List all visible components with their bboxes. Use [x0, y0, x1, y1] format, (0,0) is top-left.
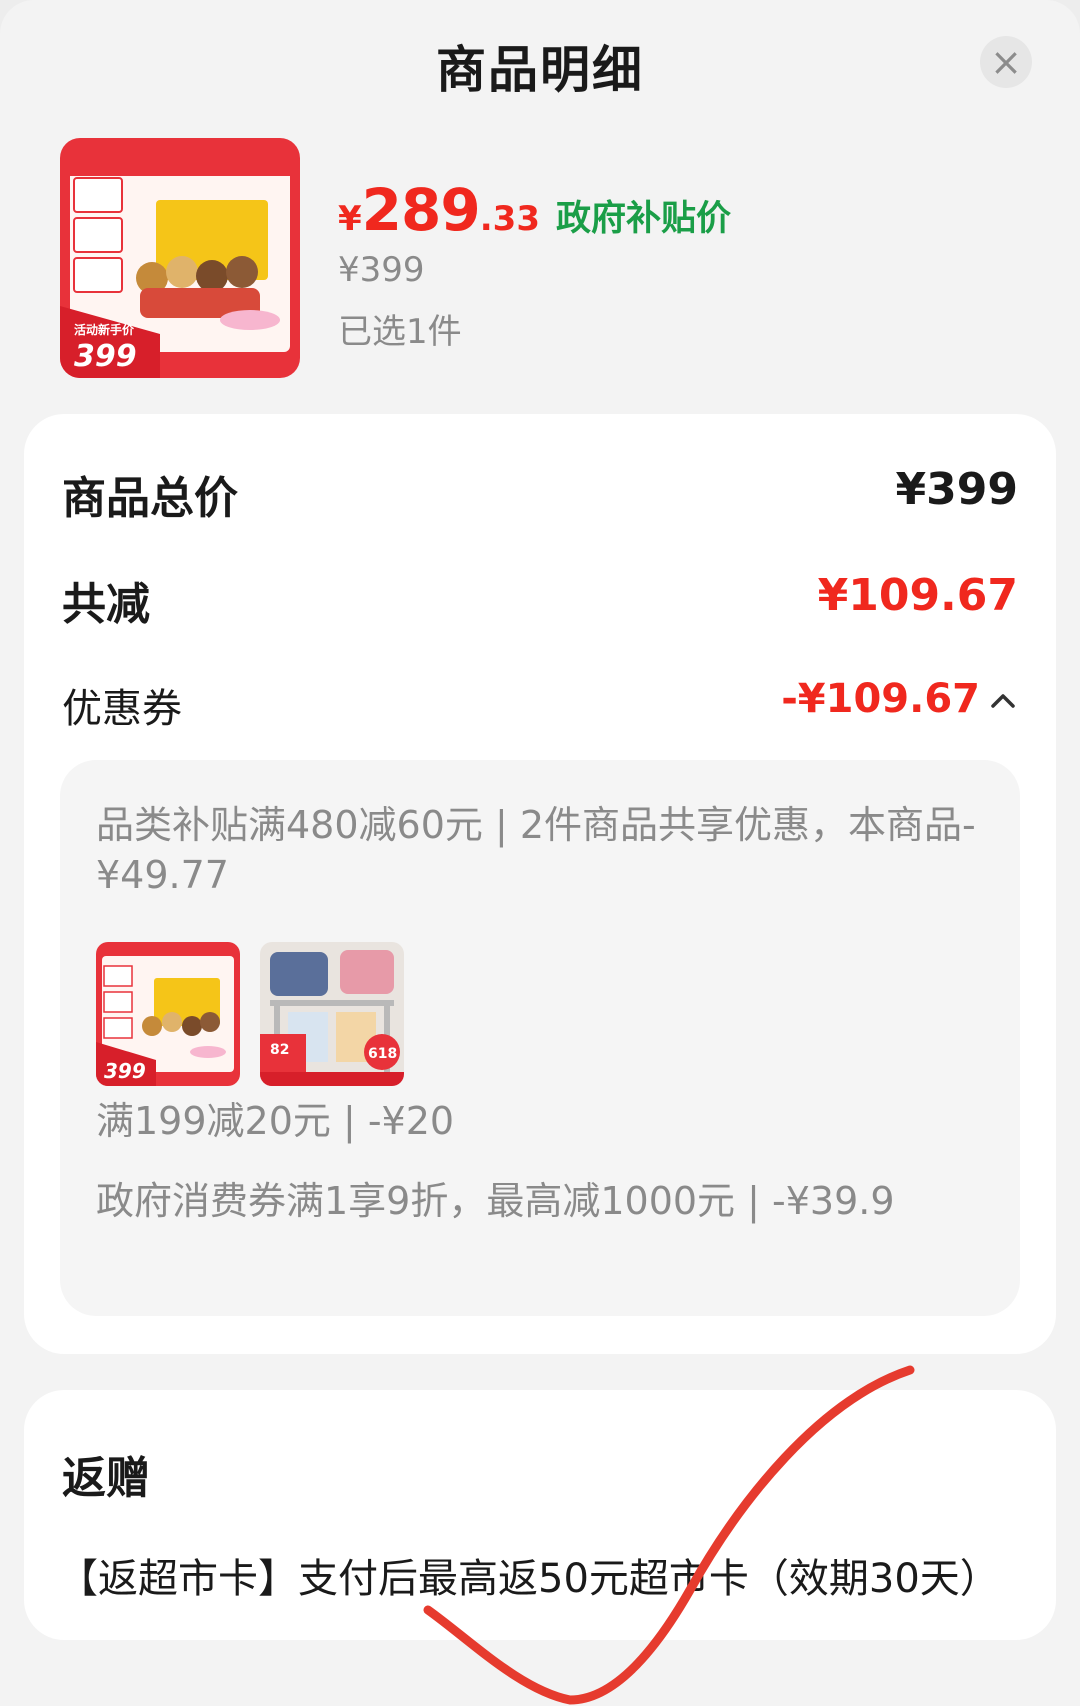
coupon-detail-box: 品类补贴满480减60元 | 2件商品共享优惠，本商品-¥49.77 399 8…	[60, 760, 1020, 1316]
chevron-up-icon[interactable]	[990, 688, 1016, 714]
coupon-value[interactable]: -¥109.67	[781, 676, 980, 722]
thumb-618-badge: 618	[368, 1046, 397, 1062]
price-row: ¥ 289 .33 政府补贴价	[338, 176, 731, 244]
total-price-value: ¥399	[895, 464, 1018, 515]
sheet-title: 商品明细	[436, 41, 644, 99]
coupon-detail-government-voucher: 政府消费券满1享9折，最高减1000元 | -¥39.9	[96, 1179, 895, 1223]
discount-value: ¥109.67	[817, 570, 1018, 621]
total-price-label: 商品总价	[62, 473, 238, 524]
gift-title: 返赠	[62, 1453, 150, 1504]
price-decimal: .33	[479, 199, 540, 239]
thumb-badge-price: 399	[104, 1059, 146, 1083]
price-main: 289	[361, 176, 481, 244]
image-badge-label: 活动新手价	[74, 322, 135, 337]
product-detail-sheet: 商品明细 × 活动新手价 399 ¥ 289 .33 政府补贴价 ¥399 已选…	[0, 0, 1080, 1706]
price-summary-card: 商品总价 ¥399 共减 ¥109.67 优惠券 -¥109.67 品类补贴满4…	[24, 414, 1056, 1354]
original-price: ¥399	[338, 250, 425, 290]
selected-count: 已选1件	[338, 312, 462, 352]
gift-description: 【返超市卡】支付后最高返50元超市卡（效期30天）	[58, 1556, 1000, 1602]
coupon-label[interactable]: 优惠券	[62, 676, 182, 734]
product-image: 活动新手价 399	[60, 138, 300, 378]
subsidy-price-tag: 政府补贴价	[555, 199, 731, 239]
backpack-product-thumbnail[interactable]: 82 618	[260, 942, 404, 1086]
close-icon: ×	[990, 40, 1022, 84]
price-currency: ¥	[338, 199, 362, 239]
toy-product-thumbnail[interactable]: 399	[96, 942, 240, 1086]
image-badge-price: 399	[74, 339, 137, 374]
gift-card: 返赠 【返超市卡】支付后最高返50元超市卡（效期30天）	[24, 1390, 1056, 1640]
thumb-badge-number: 82	[270, 1042, 289, 1058]
close-button[interactable]: ×	[980, 36, 1032, 88]
coupon-detail-category-subsidy: 品类补贴满480减60元 | 2件商品共享优惠，本商品-¥49.77	[96, 803, 976, 897]
discount-label: 共减	[62, 579, 150, 630]
coupon-detail-full-reduction: 满199减20元 | -¥20	[96, 1099, 455, 1143]
